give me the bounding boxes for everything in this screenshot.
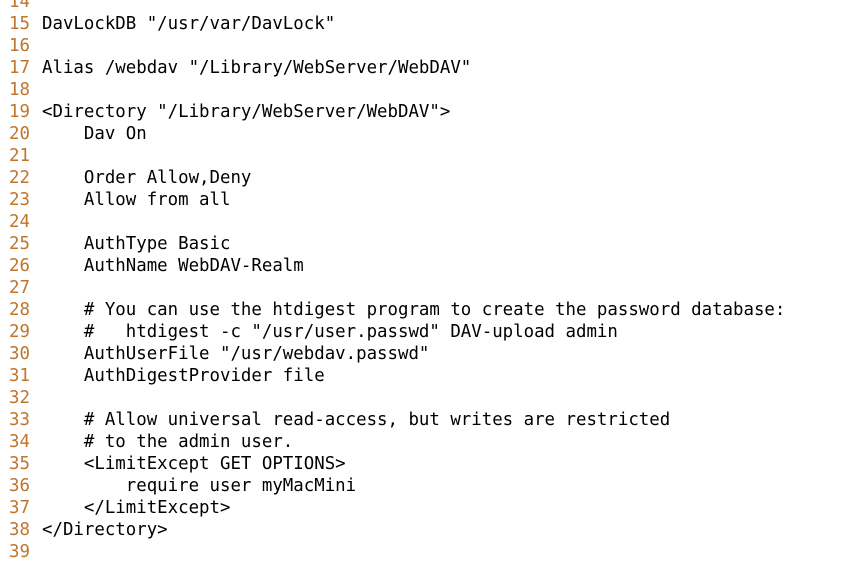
line-number: 21	[9, 146, 30, 166]
code-line[interactable]: 32	[0, 387, 850, 409]
line-number: 39	[9, 542, 30, 562]
line-number: 18	[9, 80, 30, 100]
code-line[interactable]: 19 <Directory "/Library/WebServer/WebDAV"…	[0, 101, 850, 123]
line-number: 17	[9, 58, 30, 78]
code-text[interactable]: <LimitExcept GET OPTIONS>	[42, 453, 850, 475]
code-line[interactable]: 22 Order Allow,Deny	[0, 167, 850, 189]
code-text[interactable]: Dav On	[42, 123, 850, 145]
code-line[interactable]: 39	[0, 541, 850, 563]
code-line[interactable]: 33 # Allow universal read-access, but wr…	[0, 409, 850, 431]
code-line[interactable]: 16	[0, 35, 850, 57]
code-text[interactable]: # You can use the htdigest program to cr…	[42, 299, 850, 321]
code-text[interactable]: DavLockDB "/usr/var/DavLock"	[42, 13, 850, 35]
code-text[interactable]: AuthUserFile "/usr/webdav.passwd"	[42, 343, 850, 365]
line-number: 38	[9, 520, 30, 540]
line-number: 34	[9, 432, 30, 452]
code-text[interactable]	[42, 35, 850, 57]
code-line[interactable]: 34 # to the admin user.	[0, 431, 850, 453]
line-number: 26	[9, 256, 30, 276]
line-number: 37	[9, 498, 30, 518]
code-text[interactable]: Alias /webdav "/Library/WebServer/WebDAV…	[42, 57, 850, 79]
code-text[interactable]	[42, 145, 850, 167]
line-number: 33	[9, 410, 30, 430]
line-number: 36	[9, 476, 30, 496]
code-text[interactable]	[42, 0, 850, 13]
code-line[interactable]: 17 Alias /webdav "/Library/WebServer/WebD…	[0, 57, 850, 79]
line-number: 32	[9, 388, 30, 408]
code-line[interactable]: 31 AuthDigestProvider file	[0, 365, 850, 387]
code-line[interactable]: 18	[0, 79, 850, 101]
code-line[interactable]: 30 AuthUserFile "/usr/webdav.passwd"	[0, 343, 850, 365]
code-line[interactable]: 38 </Directory>	[0, 519, 850, 541]
code-line[interactable]: 20 Dav On	[0, 123, 850, 145]
code-text[interactable]: AuthType Basic	[42, 233, 850, 255]
code-line[interactable]: 28 # You can use the htdigest program to…	[0, 299, 850, 321]
code-line[interactable]: 24	[0, 211, 850, 233]
code-text[interactable]: require user myMacMini	[42, 475, 850, 497]
code-line[interactable]: 27	[0, 277, 850, 299]
line-number: 31	[9, 366, 30, 386]
code-text[interactable]: # Allow universal read-access, but write…	[42, 409, 850, 431]
line-number: 15	[9, 14, 30, 34]
code-text[interactable]: Order Allow,Deny	[42, 167, 850, 189]
code-text[interactable]	[42, 541, 850, 563]
line-number: 28	[9, 300, 30, 320]
code-line[interactable]: 23 Allow from all	[0, 189, 850, 211]
code-text[interactable]: Allow from all	[42, 189, 850, 211]
line-number: 14	[9, 0, 30, 12]
line-number: 27	[9, 278, 30, 298]
code-text[interactable]: # to the admin user.	[42, 431, 850, 453]
code-text[interactable]	[42, 387, 850, 409]
code-text[interactable]: AuthName WebDAV-Realm	[42, 255, 850, 277]
line-number: 29	[9, 322, 30, 342]
code-text[interactable]: </LimitExcept>	[42, 497, 850, 519]
code-line[interactable]: 26 AuthName WebDAV-Realm	[0, 255, 850, 277]
code-line[interactable]: 36 require user myMacMini	[0, 475, 850, 497]
code-text[interactable]	[42, 277, 850, 299]
code-text[interactable]	[42, 211, 850, 233]
line-number: 22	[9, 168, 30, 188]
code-line[interactable]: 15 DavLockDB "/usr/var/DavLock"	[0, 13, 850, 35]
code-line[interactable]: 29 # htdigest -c "/usr/user.passwd" DAV-…	[0, 321, 850, 343]
line-number: 25	[9, 234, 30, 254]
line-number: 19	[9, 102, 30, 122]
code-line[interactable]: 14	[0, 0, 850, 13]
code-text[interactable]: AuthDigestProvider file	[42, 365, 850, 387]
line-number: 20	[9, 124, 30, 144]
line-number: 30	[9, 344, 30, 364]
line-number: 24	[9, 212, 30, 232]
code-text[interactable]: </Directory>	[42, 519, 850, 541]
line-number: 16	[9, 36, 30, 56]
line-number: 23	[9, 190, 30, 210]
code-line[interactable]: 25 AuthType Basic	[0, 233, 850, 255]
code-text[interactable]	[42, 79, 850, 101]
code-line[interactable]: 35 <LimitExcept GET OPTIONS>	[0, 453, 850, 475]
code-line[interactable]: 37 </LimitExcept>	[0, 497, 850, 519]
code-text[interactable]: # htdigest -c "/usr/user.passwd" DAV-upl…	[42, 321, 850, 343]
code-editor[interactable]: 14 15 DavLockDB "/usr/var/DavLock" 16 17 A…	[0, 0, 850, 563]
code-line[interactable]: 21	[0, 145, 850, 167]
line-number: 35	[9, 454, 30, 474]
code-text[interactable]: <Directory "/Library/WebServer/WebDAV">	[42, 101, 850, 123]
